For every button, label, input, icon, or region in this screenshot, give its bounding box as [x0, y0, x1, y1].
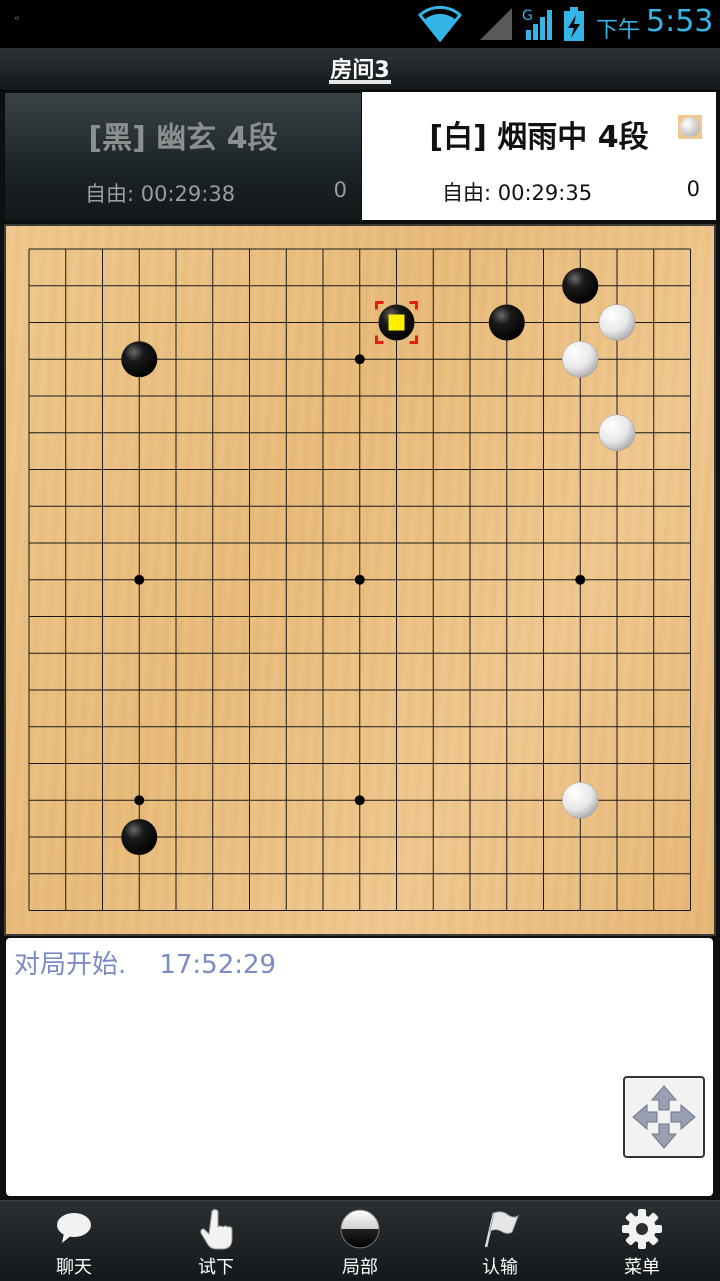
star-point [134, 574, 145, 585]
notification-icon: ﾞ [14, 14, 24, 38]
white-player-clock: 自由: 00:29:35 [442, 181, 593, 205]
log-line: 对局开始. 17:52:29 [14, 950, 277, 980]
black-stone [562, 267, 599, 304]
white-player-name: [白] 烟雨中 4段 [429, 120, 649, 155]
star-point [134, 795, 145, 806]
cursor-bracket [375, 301, 384, 310]
clock-time: 5:53 [646, 4, 714, 39]
half-stone-icon [340, 1209, 380, 1249]
chat-button-label: 聊天 [56, 1257, 92, 1278]
chat-button[interactable]: 聊天 [14, 1201, 134, 1281]
clock-ampm: 下午 [596, 18, 641, 43]
title-bar: 房间3 [0, 48, 720, 91]
black-player-panel[interactable]: [黑] 幽玄 4段 自由: 00:29:38 0 [4, 92, 362, 222]
player-panels: [黑] 幽玄 4段 自由: 00:29:38 0 [白] 烟雨中 4段 自由: … [4, 92, 716, 224]
cursor-bracket [409, 335, 418, 344]
black-stone [121, 341, 158, 378]
star-point [575, 574, 586, 585]
status-bar: ﾞ G 下午 5:53 [0, 0, 720, 48]
last-move-marker [388, 314, 405, 331]
cursor-bracket [375, 335, 384, 344]
star-point [354, 574, 365, 585]
signal-empty-icon [480, 8, 512, 40]
white-stone [562, 341, 599, 378]
room-title-underline [329, 80, 391, 84]
bottom-toolbar: 聊天 试下 局部 认输 菜单 [0, 1200, 720, 1281]
network-type-label: G [522, 8, 533, 24]
go-board-frame [4, 224, 716, 936]
pan-board-button[interactable] [623, 1076, 705, 1158]
white-player-captures: 0 [686, 177, 700, 201]
star-point [354, 354, 365, 365]
local-view-button-label: 局部 [342, 1257, 378, 1278]
black-stone [121, 819, 158, 855]
hand-pointer-icon [200, 1209, 233, 1250]
black-stone [488, 304, 525, 341]
go-board[interactable] [6, 226, 714, 934]
white-stone [598, 304, 636, 341]
resign-button-label: 认输 [482, 1257, 518, 1278]
menu-button-label: 菜单 [624, 1257, 660, 1278]
gear-icon [622, 1209, 662, 1249]
wifi-icon [418, 6, 462, 42]
local-view-button[interactable]: 局部 [300, 1201, 420, 1281]
menu-button[interactable]: 菜单 [582, 1201, 702, 1281]
black-stone [375, 301, 418, 344]
resign-button[interactable]: 认输 [440, 1201, 560, 1281]
turn-indicator-white-stone-icon [678, 115, 702, 139]
cursor-bracket [409, 301, 418, 310]
black-player-captures: 0 [333, 178, 347, 202]
game-log[interactable]: 对局开始. 17:52:29 [6, 938, 713, 1196]
white-flag-icon [484, 1211, 520, 1248]
move-arrows-icon [632, 1085, 696, 1149]
white-stone [598, 414, 636, 451]
star-point [354, 795, 365, 806]
battery-charging-icon [564, 7, 584, 41]
try-move-button[interactable]: 试下 [156, 1201, 276, 1281]
black-player-name: [黑] 幽玄 4段 [88, 121, 278, 156]
black-player-clock: 自由: 00:29:38 [85, 182, 236, 206]
white-player-panel[interactable]: [白] 烟雨中 4段 自由: 00:29:35 0 [362, 92, 716, 220]
try-move-button-label: 试下 [198, 1257, 234, 1278]
signal-strength-icon: G [522, 8, 552, 40]
white-stone [562, 782, 599, 819]
go-board-grid[interactable] [6, 226, 714, 934]
chat-bubble-icon [57, 1213, 91, 1243]
